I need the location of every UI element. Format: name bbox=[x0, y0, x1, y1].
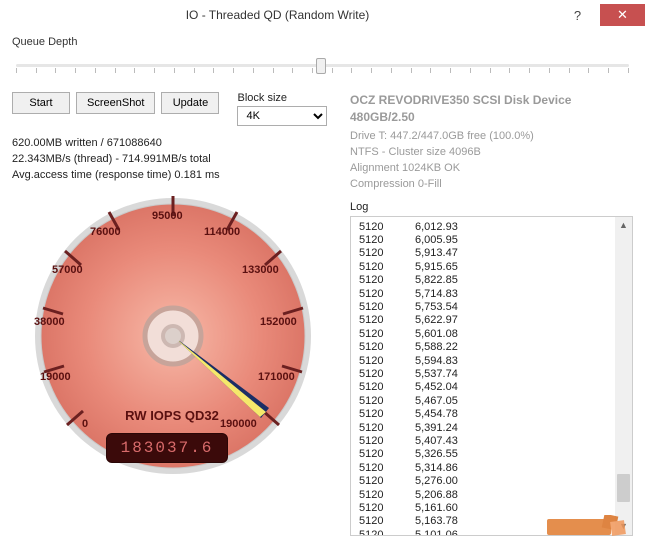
screenshot-button[interactable]: ScreenShot bbox=[76, 92, 155, 114]
log-row: 51206,012.93 bbox=[359, 221, 607, 234]
update-button[interactable]: Update bbox=[161, 92, 219, 114]
log-row: 51205,454.78 bbox=[359, 408, 607, 421]
device-info: OCZ REVODRIVE350 SCSI Disk Device 480GB/… bbox=[350, 92, 633, 193]
gauge-tick-9: 171000 bbox=[258, 371, 295, 383]
gauge-tick-4: 76000 bbox=[90, 226, 121, 238]
log-row: 51205,467.05 bbox=[359, 395, 607, 408]
gauge-tick-7: 133000 bbox=[242, 264, 279, 276]
block-size-select[interactable]: 4K bbox=[237, 106, 327, 126]
gauge-lcd: 183037.6 bbox=[106, 433, 228, 463]
start-button[interactable]: Start bbox=[12, 92, 70, 114]
log-row: 51205,594.83 bbox=[359, 355, 607, 368]
log-row: 51205,915.65 bbox=[359, 261, 607, 274]
gauge-tick-5: 95000 bbox=[152, 210, 183, 222]
log-row: 51205,601.08 bbox=[359, 328, 607, 341]
log-row: 51205,913.47 bbox=[359, 247, 607, 260]
gauge-tick-6: 114000 bbox=[204, 226, 240, 238]
log-row: 51205,206.88 bbox=[359, 489, 607, 502]
log-row: 51205,314.86 bbox=[359, 462, 607, 475]
queue-depth-label: Queue Depth bbox=[12, 36, 633, 48]
stats-line3: Avg.access time (response time) 0.181 ms bbox=[12, 168, 332, 184]
log-row: 51205,326.55 bbox=[359, 448, 607, 461]
device-align: Alignment 1024KB OK bbox=[350, 161, 633, 177]
log-row: 51205,822.85 bbox=[359, 274, 607, 287]
gauge-tick-8: 152000 bbox=[260, 316, 297, 328]
device-name: OCZ REVODRIVE350 SCSI Disk Device 480GB/… bbox=[350, 92, 633, 127]
gauge-tick-1: 19000 bbox=[40, 371, 71, 383]
log-row: 51205,622.97 bbox=[359, 314, 607, 327]
log-row: 51205,407.43 bbox=[359, 435, 607, 448]
queue-depth-slider[interactable] bbox=[16, 56, 629, 76]
log-row: 51205,753.54 bbox=[359, 301, 607, 314]
window-title: IO - Threaded QD (Random Write) bbox=[0, 8, 555, 22]
gauge: 0 19000 38000 57000 76000 95000 114000 1… bbox=[12, 186, 332, 496]
log-row: 51205,537.74 bbox=[359, 368, 607, 381]
scroll-up-icon[interactable]: ▲ bbox=[615, 217, 632, 234]
log-scrollbar[interactable]: ▲ ▼ bbox=[615, 217, 632, 535]
slider-thumb[interactable] bbox=[316, 58, 326, 74]
log-row: 51205,714.83 bbox=[359, 288, 607, 301]
device-fs: NTFS - Cluster size 4096B bbox=[350, 145, 633, 161]
log-row: 51205,588.22 bbox=[359, 341, 607, 354]
stats-block: 620.00MB written / 671088640 22.343MB/s … bbox=[12, 136, 332, 184]
device-comp: Compression 0-Fill bbox=[350, 177, 633, 193]
gauge-title: RW IOPS QD32 bbox=[12, 408, 332, 423]
log-panel: 51206,012.9351206,005.9551205,913.475120… bbox=[350, 216, 633, 536]
stats-line2: 22.343MB/s (thread) - 714.991MB/s total bbox=[12, 152, 332, 168]
gauge-tick-3: 57000 bbox=[52, 264, 83, 276]
log-row: 51205,391.24 bbox=[359, 422, 607, 435]
watermark-logo bbox=[547, 515, 637, 539]
log-body[interactable]: 51206,012.9351206,005.9551205,913.475120… bbox=[351, 217, 615, 535]
help-button[interactable]: ? bbox=[555, 4, 600, 26]
log-row: 51205,276.00 bbox=[359, 475, 607, 488]
gauge-tick-2: 38000 bbox=[34, 316, 65, 328]
block-size-label: Block size bbox=[237, 92, 327, 104]
scroll-thumb[interactable] bbox=[617, 474, 630, 502]
log-label: Log bbox=[350, 201, 633, 213]
log-row: 51205,452.04 bbox=[359, 381, 607, 394]
device-free: Drive T: 447.2/447.0GB free (100.0%) bbox=[350, 129, 633, 145]
log-row: 51205,161.60 bbox=[359, 502, 607, 515]
stats-line1: 620.00MB written / 671088640 bbox=[12, 136, 332, 152]
close-button[interactable]: ✕ bbox=[600, 4, 645, 26]
title-bar: IO - Threaded QD (Random Write) ? ✕ bbox=[0, 0, 645, 30]
log-row: 51206,005.95 bbox=[359, 234, 607, 247]
